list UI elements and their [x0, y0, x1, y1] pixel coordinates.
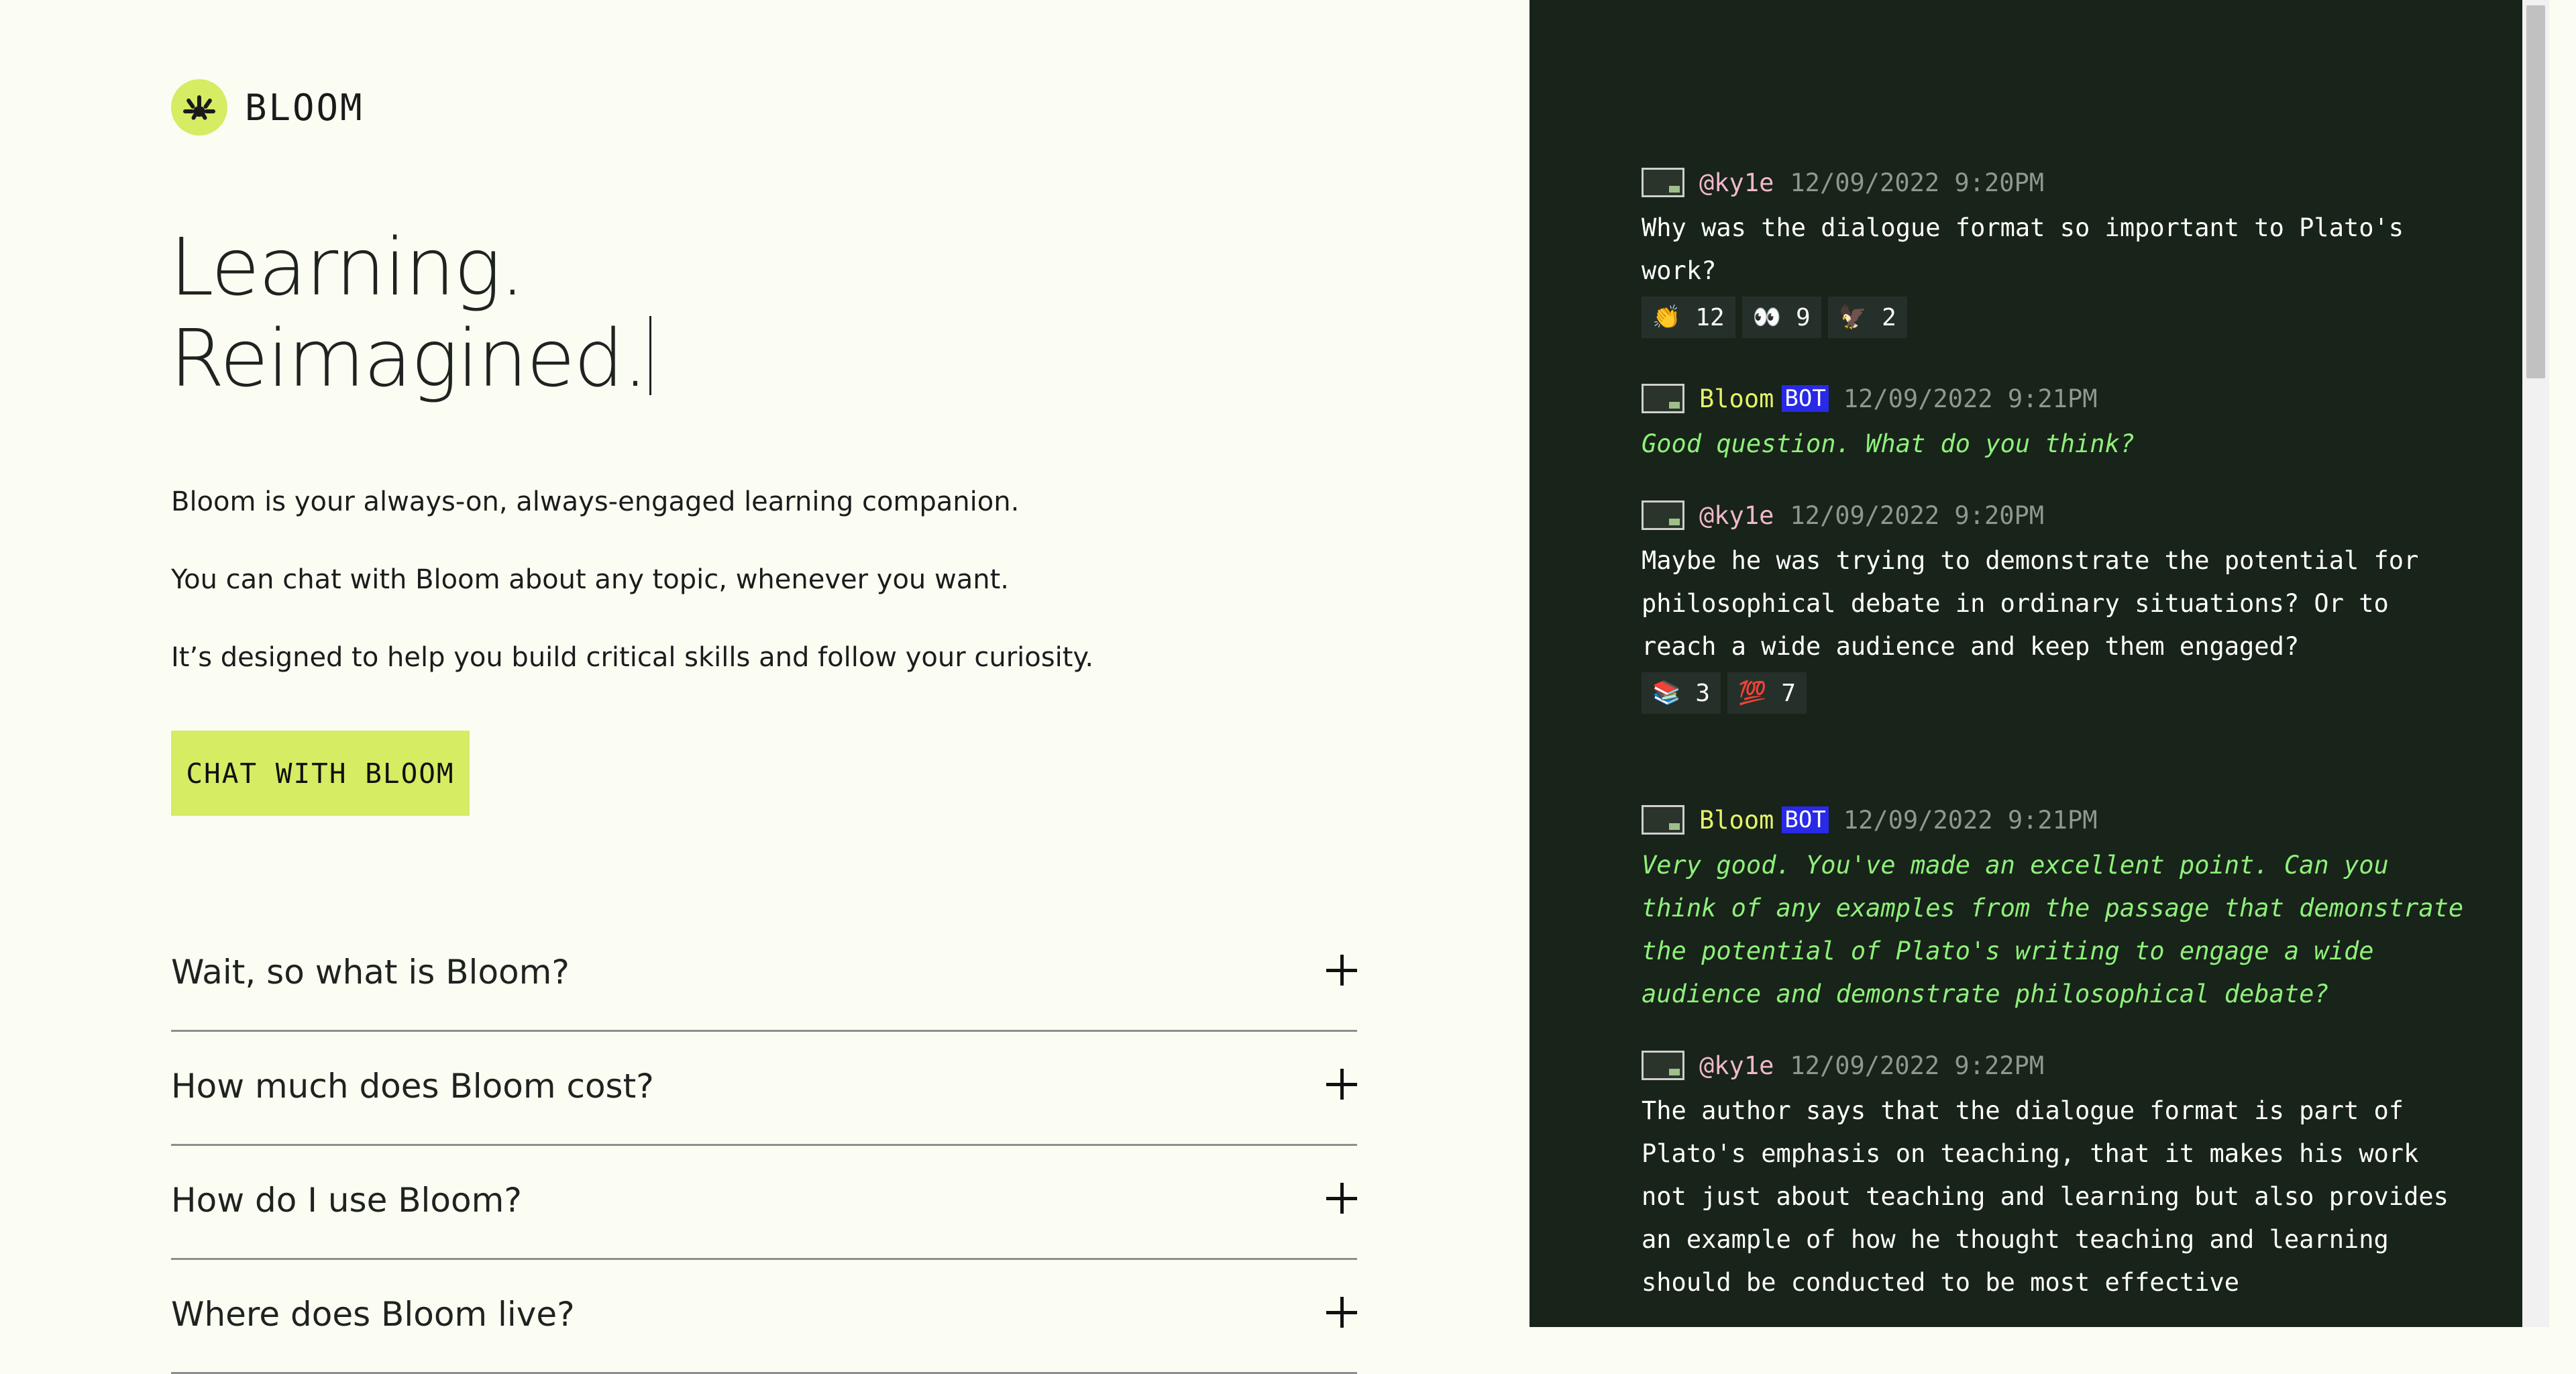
message-text: Very good. You've made an excellent poin…	[1642, 851, 2464, 1008]
avatar	[1642, 384, 1684, 413]
chat-transcript: @ky1e 12/09/2022 9:20PM Why was the dial…	[1642, 164, 2473, 1304]
plus-icon[interactable]	[1326, 1069, 1357, 1100]
message-timestamp: 12/09/2022 9:21PM	[1843, 384, 2098, 413]
faq-item[interactable]: Where does Bloom live?	[171, 1260, 1357, 1374]
bot-badge: BOT	[1782, 385, 1829, 412]
message-timestamp: 12/09/2022 9:20PM	[1790, 500, 2045, 530]
reaction-chip[interactable]: 👏 12	[1642, 297, 1735, 338]
chat-with-bloom-button[interactable]: CHAT WITH BLOOM	[171, 731, 470, 816]
landing-panel: BLOOM Learning. Reimagined. Bloom is you…	[0, 0, 1529, 1374]
message-text: Why was the dialogue format so important…	[1642, 213, 2404, 285]
reaction-chip[interactable]: 👀 9	[1741, 297, 1821, 338]
reaction-chip[interactable]: 📚 3	[1642, 672, 1721, 714]
intro-paragraph: It’s designed to help you build critical…	[171, 642, 1094, 673]
plus-icon[interactable]	[1326, 1297, 1357, 1328]
message-author[interactable]: Bloom	[1699, 806, 1774, 835]
message-text: The author says that the dialogue format…	[1642, 1096, 2449, 1297]
faq-question: How much does Bloom cost?	[171, 1067, 654, 1106]
avatar	[1642, 1051, 1684, 1080]
reaction-count: 12	[1695, 303, 1725, 331]
message-header: @ky1e 12/09/2022 9:20PM	[1642, 164, 2473, 201]
text-caret	[649, 316, 651, 395]
clap-emoji-icon: 👏	[1652, 304, 1681, 331]
brand-name: BLOOM	[245, 86, 364, 129]
reaction-bar: 👏 12 👀 9 🦅 2	[1642, 297, 2473, 338]
message-header: @ky1e 12/09/2022 9:20PM	[1642, 496, 2473, 534]
message-timestamp: 12/09/2022 9:21PM	[1843, 805, 2098, 835]
intro-paragraph: You can chat with Bloom about any topic,…	[171, 564, 1009, 595]
message-header: @ky1e 12/09/2022 9:22PM	[1642, 1047, 2473, 1084]
reaction-chip[interactable]: 🦅 2	[1827, 297, 1907, 338]
faq-item[interactable]: Wait, so what is Bloom?	[171, 918, 1357, 1032]
message-author[interactable]: @ky1e	[1699, 501, 1774, 530]
bloom-logo-icon	[171, 79, 227, 136]
plus-icon[interactable]	[1326, 1183, 1357, 1214]
faq-item[interactable]: How do I use Bloom?	[171, 1146, 1357, 1260]
intro-text: Bloom is your always-on, always-engaged …	[171, 487, 1311, 721]
hero-line-1: Learning.	[170, 221, 525, 313]
message-timestamp: 12/09/2022 9:22PM	[1790, 1051, 2045, 1080]
faq-item[interactable]: How much does Bloom cost?	[171, 1032, 1357, 1146]
books-emoji-icon: 📚	[1652, 680, 1681, 706]
eyes-emoji-icon: 👀	[1752, 304, 1782, 331]
bot-badge: BOT	[1782, 806, 1829, 833]
faq-list: Wait, so what is Bloom? How much does Bl…	[171, 918, 1357, 1374]
hero-line-2-text: Reimagined.	[170, 312, 648, 405]
message-author[interactable]: @ky1e	[1699, 1051, 1774, 1080]
brand[interactable]: BLOOM	[171, 79, 364, 136]
message-text: Maybe he was trying to demonstrate the p…	[1642, 546, 2419, 661]
reaction-count: 9	[1796, 303, 1811, 331]
chat-message: @ky1e 12/09/2022 9:20PM Why was the dial…	[1642, 164, 2473, 338]
chat-message: @ky1e 12/09/2022 9:22PM The author says …	[1642, 1047, 2473, 1304]
message-author[interactable]: Bloom	[1699, 384, 1774, 413]
chat-message: Bloom BOT 12/09/2022 9:21PM Very good. Y…	[1642, 801, 2473, 1047]
chat-preview-panel: @ky1e 12/09/2022 9:20PM Why was the dial…	[1529, 0, 2549, 1327]
reaction-count: 7	[1781, 679, 1796, 707]
intro-paragraph: Bloom is your always-on, always-engaged …	[171, 486, 1020, 517]
message-author[interactable]: @ky1e	[1699, 168, 1774, 197]
scrollbar[interactable]	[2522, 0, 2549, 1327]
avatar	[1642, 168, 1684, 197]
chat-message: @ky1e 12/09/2022 9:20PM Maybe he was try…	[1642, 496, 2473, 714]
hero-headline: Learning. Reimagined.	[170, 221, 651, 404]
reaction-bar: 📚 3 💯 7	[1642, 672, 2473, 714]
reaction-count: 3	[1695, 679, 1711, 707]
message-header: Bloom BOT 12/09/2022 9:21PM	[1642, 380, 2473, 417]
chat-message: Bloom BOT 12/09/2022 9:21PM Good questio…	[1642, 380, 2473, 496]
avatar	[1642, 805, 1684, 835]
message-timestamp: 12/09/2022 9:20PM	[1790, 168, 2045, 197]
bird-emoji-icon: 🦅	[1838, 304, 1868, 331]
reaction-chip[interactable]: 💯 7	[1727, 672, 1807, 714]
faq-question: How do I use Bloom?	[171, 1181, 522, 1220]
faq-question: Where does Bloom live?	[171, 1295, 575, 1334]
faq-question: Wait, so what is Bloom?	[171, 953, 570, 992]
hundred-emoji-icon: 💯	[1738, 680, 1767, 706]
scrollbar-thumb[interactable]	[2526, 5, 2545, 378]
message-header: Bloom BOT 12/09/2022 9:21PM	[1642, 801, 2473, 839]
hero-line-2: Reimagined.	[170, 313, 651, 404]
reaction-count: 2	[1882, 303, 1896, 331]
plus-icon[interactable]	[1326, 955, 1357, 986]
avatar	[1642, 500, 1684, 530]
message-text: Good question. What do you think?	[1642, 429, 2135, 458]
